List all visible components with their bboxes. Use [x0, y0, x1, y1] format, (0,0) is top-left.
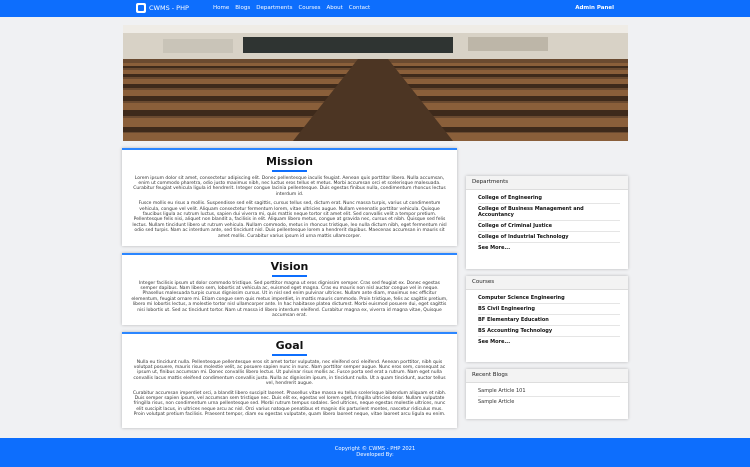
nav-links: Home Blogs Departments Courses About Con…	[213, 5, 370, 11]
department-item[interactable]: College of Industrial Technology	[478, 232, 620, 243]
footer-developed-by: Developed By:	[356, 452, 394, 458]
nav-link-home[interactable]: Home	[213, 5, 229, 11]
department-item[interactable]: College of Business Management and Accou…	[478, 204, 620, 221]
title-underline	[272, 354, 307, 356]
course-item[interactable]: BF Elementary Education	[478, 315, 620, 326]
school-logo-icon	[136, 3, 146, 13]
mission-paragraph: Fusce mollis eu risus a mollis. Suspendi…	[132, 201, 447, 239]
brand-name: CWMS - PHP	[149, 4, 189, 12]
nav-link-courses[interactable]: Courses	[298, 5, 320, 11]
vision-paragraph: Integer facilisis ipsum ut dolor commodo…	[131, 280, 448, 318]
nav-link-contact[interactable]: Contact	[349, 5, 370, 11]
top-navbar: CWMS - PHP Home Blogs Departments Course…	[0, 0, 750, 17]
title-underline	[272, 275, 307, 277]
nav-link-about[interactable]: About	[327, 5, 343, 11]
courses-panel: Courses Computer Science Engineering BS …	[466, 276, 628, 362]
mission-paragraph: Lorem ipsum dolor sit amet, consectetur …	[133, 175, 446, 197]
title-underline	[272, 170, 307, 172]
goal-title: Goal	[275, 339, 304, 352]
goal-paragraph: Curabitur accumsan imperdiet orci, a bla…	[132, 390, 447, 418]
hero-banner-image	[123, 25, 628, 141]
recent-blogs-header: Recent Blogs	[466, 369, 628, 383]
course-item[interactable]: BS Accounting Technology	[478, 326, 620, 337]
recent-blogs-panel: Recent Blogs Sample Article 101 Sample A…	[466, 369, 628, 419]
admin-panel-link[interactable]: Admin Panel	[575, 5, 614, 11]
mission-title: Mission	[266, 155, 313, 168]
course-item[interactable]: Computer Science Engineering	[478, 293, 620, 304]
nav-link-departments[interactable]: Departments	[256, 5, 292, 11]
department-item[interactable]: College of Criminal Justice	[478, 221, 620, 232]
blog-item[interactable]: Sample Article 101	[478, 386, 620, 397]
goal-paragraph: Nulla eu tincidunt nulla. Pellentesque p…	[133, 359, 446, 387]
footer: Copyright © CWMS - PHP 2021 Developed By…	[0, 438, 750, 467]
vision-title: Vision	[270, 260, 309, 273]
blog-item[interactable]: Sample Article	[478, 397, 620, 407]
see-more-courses-link[interactable]: See More...	[478, 337, 620, 347]
courses-header: Courses	[466, 276, 628, 290]
departments-panel: Departments College of Engineering Colle…	[466, 176, 628, 269]
goal-card: Goal Nulla eu tincidunt nulla. Pellentes…	[122, 332, 457, 428]
brand[interactable]: CWMS - PHP	[136, 3, 189, 13]
course-item[interactable]: BS Civil Engineering	[478, 304, 620, 315]
see-more-departments-link[interactable]: See More...	[478, 243, 620, 253]
nav-link-blogs[interactable]: Blogs	[235, 5, 250, 11]
department-item[interactable]: College of Engineering	[478, 193, 620, 204]
mission-card: Mission Lorem ipsum dolor sit amet, cons…	[122, 148, 457, 246]
departments-header: Departments	[466, 176, 628, 190]
vision-card: Vision Integer facilisis ipsum ut dolor …	[122, 253, 457, 325]
